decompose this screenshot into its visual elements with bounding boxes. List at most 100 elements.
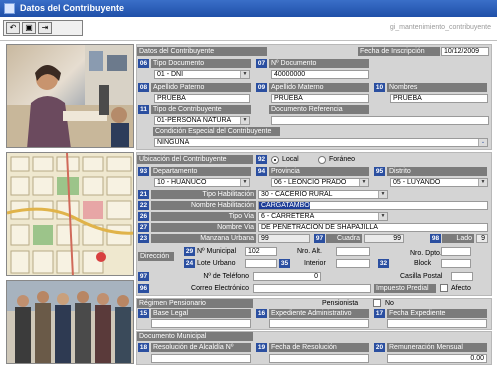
nombre-via-field[interactable]: DE PENETRACION DE SHAPAJILLA [258,223,488,232]
people-photo [6,280,134,364]
nro-municipal-field[interactable]: 102 [245,247,277,256]
fecha-expediente-label: Fecha Expediente [387,309,487,318]
tipo-contribuyente-select[interactable]: 01-PERSONA NATURA ▼ [154,116,250,125]
apellido-paterno-label: Apellido Paterno [151,83,251,92]
chevron-down-icon: ▼ [478,179,487,186]
apellido-materno-field[interactable]: PRUEBA [271,94,369,103]
correo-num: 96 [138,284,149,293]
chevron-down-icon: ▼ [240,117,249,124]
cuadra-label: Cuadra [326,234,362,243]
departamento-num: 93 [138,167,149,176]
correo-field[interactable] [253,284,371,293]
local-radio[interactable] [271,156,279,164]
correo-label: Correo Electrónico [191,285,249,292]
block-field[interactable] [441,259,471,268]
lote-urbano-field[interactable] [245,259,277,268]
interior-field[interactable] [336,259,370,268]
base-legal-field[interactable] [151,319,251,328]
lado-field[interactable]: 9 [476,234,488,243]
impuesto-predial-label: Impuesto Predial [374,284,436,293]
office-photo-image [7,45,133,147]
nombres-field[interactable]: PRUEBA [390,94,488,103]
tipo-documento-label: Tipo Documento [151,59,251,68]
chevron-down-icon: ▼ [240,179,249,186]
window-title-bar: Datos del Contribuyente [0,0,497,17]
nro-documento-field[interactable]: 40000000 [271,70,369,79]
expediente-label: Expediente Administrativo [269,309,369,318]
base-legal-label: Base Legal [151,309,251,318]
chevron-down-icon: ▼ [240,71,249,78]
casilla-postal-field[interactable] [451,272,473,281]
expediente-field[interactable] [269,319,369,328]
fecha-resolucion-field[interactable] [269,354,369,363]
nombre-via-label: Nombre Via [151,223,256,232]
apellido-materno-num: 09 [256,83,267,92]
manzana-label: Manzana Urbana [151,234,256,243]
provincia-label: Provincia [269,167,369,176]
toolbar-button-group: ↶ ▣ ⇥ [3,20,83,36]
remuneracion-field[interactable]: 0.00 [387,354,487,363]
lado-label: Lado [442,234,474,243]
base-legal-num: 15 [138,309,149,318]
exit-button[interactable]: ⇥ [38,22,52,34]
departamento-label: Departamento [151,167,251,176]
city-map [6,152,134,276]
foraneo-radio[interactable] [318,156,326,164]
documento-referencia-field[interactable] [271,116,489,125]
lote-urbano-label: Lote Urbano [197,260,236,267]
undo-button[interactable]: ↶ [6,22,20,34]
chevron-down-icon: ⌄ [478,139,487,146]
condicion-especial-select[interactable]: NINGUNA ⌄ [154,138,488,147]
afecto-label: Afecto [451,285,471,292]
chevron-down-icon: ▼ [378,213,387,220]
nombres-num: 10 [374,83,385,92]
afecto-checkbox[interactable] [440,284,448,292]
documento-referencia-label: Documento Referencia [269,105,369,114]
tipo-via-value: 6 - CARRETERA [261,213,315,220]
tipo-via-select[interactable]: 6 - CARRETERA ▼ [258,212,388,221]
window-title: Datos del Contribuyente [20,3,125,13]
provincia-num: 94 [256,167,267,176]
block-label: Block [414,260,432,267]
lado-num: 98 [430,234,441,243]
distrito-select[interactable]: 05 - LUYANDO ▼ [390,178,488,187]
resolucion-field[interactable] [151,354,251,363]
resolucion-label: Resolución de Alcaldía Nº [151,343,251,352]
pensionista-checkbox[interactable] [373,299,381,307]
tipo-via-num: 26 [138,212,149,221]
tipo-documento-num: 06 [138,59,149,68]
apellido-paterno-field[interactable]: PRUEBA [154,94,250,103]
regimen-section-title: Régimen Pensionario [137,299,253,308]
direccion-label: Dirección [138,252,174,261]
tipo-habilitacion-select[interactable]: 30 - CACERIO RURAL ▼ [258,190,388,199]
nro-dpto-field[interactable] [441,247,471,256]
toolbar: ↶ ▣ ⇥ gi_mantenimiento_contribuyente [0,17,497,41]
distrito-value: 05 - LUYANDO [393,179,441,186]
resolucion-num: 18 [138,343,149,352]
provincia-value: 06 - LEONCIO PRADO [274,179,347,186]
remuneracion-num: 20 [374,343,385,352]
departamento-select[interactable]: 10 - HUANUCO ▼ [154,178,250,187]
apellido-paterno-num: 08 [138,83,149,92]
save-button[interactable]: ▣ [22,22,36,34]
nombre-via-num: 27 [138,223,149,232]
condicion-especial-label: Condición Especial del Contribuyente [153,127,280,136]
tipo-documento-select[interactable]: 01 - DNI ▼ [154,70,250,79]
fecha-inscripcion-field[interactable]: 10/12/2009 [441,47,489,56]
chevron-down-icon: ▼ [359,179,368,186]
local-label: Local [282,156,299,163]
cuadra-field[interactable]: 99 [364,234,404,243]
distrito-label: Distrito [387,167,487,176]
tipo-contribuyente-label: Tipo de Contribuyente [151,105,251,114]
provincia-select[interactable]: 06 - LEONCIO PRADO ▼ [271,178,369,187]
pensionista-label: Pensionista [322,300,359,307]
telefono-field[interactable]: 0 [253,272,321,281]
tipo-habilitacion-value: 30 - CACERIO RURAL [261,191,333,198]
manzana-field[interactable]: 99 [258,234,310,243]
office-photo [6,44,134,148]
cuadra-num: 97 [314,234,325,243]
fecha-expediente-field[interactable] [387,319,487,328]
nombre-habilitacion-field[interactable]: CARGATAMBO [258,201,488,210]
documento-municipal-section-title: Documento Municipal [137,332,253,341]
nro-alt-field[interactable] [336,247,370,256]
